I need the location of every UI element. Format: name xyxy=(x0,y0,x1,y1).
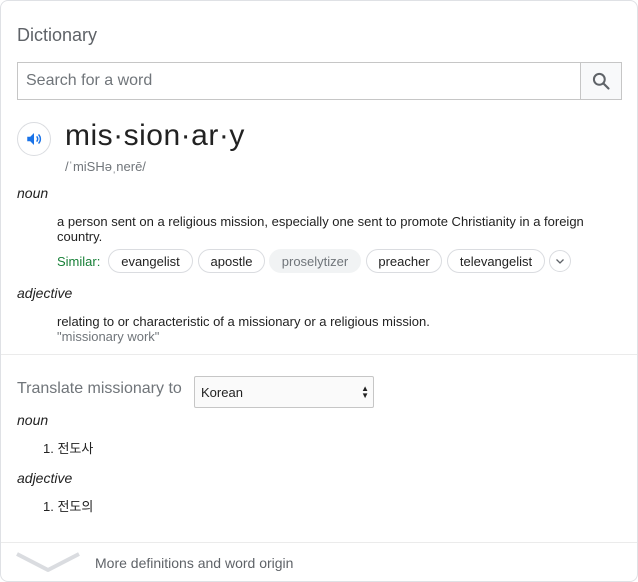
expand-chevron-icon[interactable] xyxy=(15,550,81,574)
synonym-chip[interactable]: preacher xyxy=(366,249,442,273)
translate-label: Translate missionary to xyxy=(17,380,182,397)
search-button[interactable] xyxy=(580,63,621,99)
card-title: Dictionary xyxy=(17,25,98,45)
speaker-icon xyxy=(27,133,42,145)
search-icon xyxy=(592,72,610,90)
translation-pos-noun: noun xyxy=(17,412,49,428)
synonym-chip[interactable]: evangelist xyxy=(108,249,193,273)
footer-divider xyxy=(1,542,637,543)
select-arrows-icon: ▲ ▼ xyxy=(361,384,369,400)
usage-example: "missionary work" xyxy=(57,329,160,344)
part-of-speech-adjective: adjective xyxy=(17,285,73,301)
search-box xyxy=(17,62,622,100)
chevron-down-icon xyxy=(556,259,564,264)
translation-item: 1. 전도의 xyxy=(43,499,94,514)
synonym-chip[interactable]: apostle xyxy=(198,249,265,273)
language-select-value: Korean xyxy=(201,385,243,400)
synonym-chip[interactable]: televangelist xyxy=(447,249,545,273)
dictionary-card: Dictionary mis·sion·ar·y /ˈmiSHəˌnerē/ n… xyxy=(0,0,638,582)
more-definitions-link[interactable]: More definitions and word origin xyxy=(95,555,293,571)
pronunciation-audio-button[interactable] xyxy=(17,122,51,156)
translation-item: 1. 전도사 xyxy=(43,441,94,456)
definition-noun: a person sent on a religious mission, es… xyxy=(57,214,584,244)
search-input[interactable] xyxy=(18,63,599,99)
section-divider xyxy=(1,354,637,355)
translation-pos-adjective: adjective xyxy=(17,470,73,486)
part-of-speech-noun: noun xyxy=(17,185,49,201)
phonetic-spelling: /ˈmiSHəˌnerē/ xyxy=(65,159,146,174)
more-synonyms-button[interactable] xyxy=(549,250,571,272)
similar-label: Similar: xyxy=(57,254,101,269)
language-select[interactable]: Korean ▲ ▼ xyxy=(194,376,374,408)
synonym-chip[interactable]: proselytizer xyxy=(269,249,361,273)
definition-adjective: relating to or characteristic of a missi… xyxy=(57,314,430,329)
headword: mis·sion·ar·y xyxy=(65,119,245,152)
